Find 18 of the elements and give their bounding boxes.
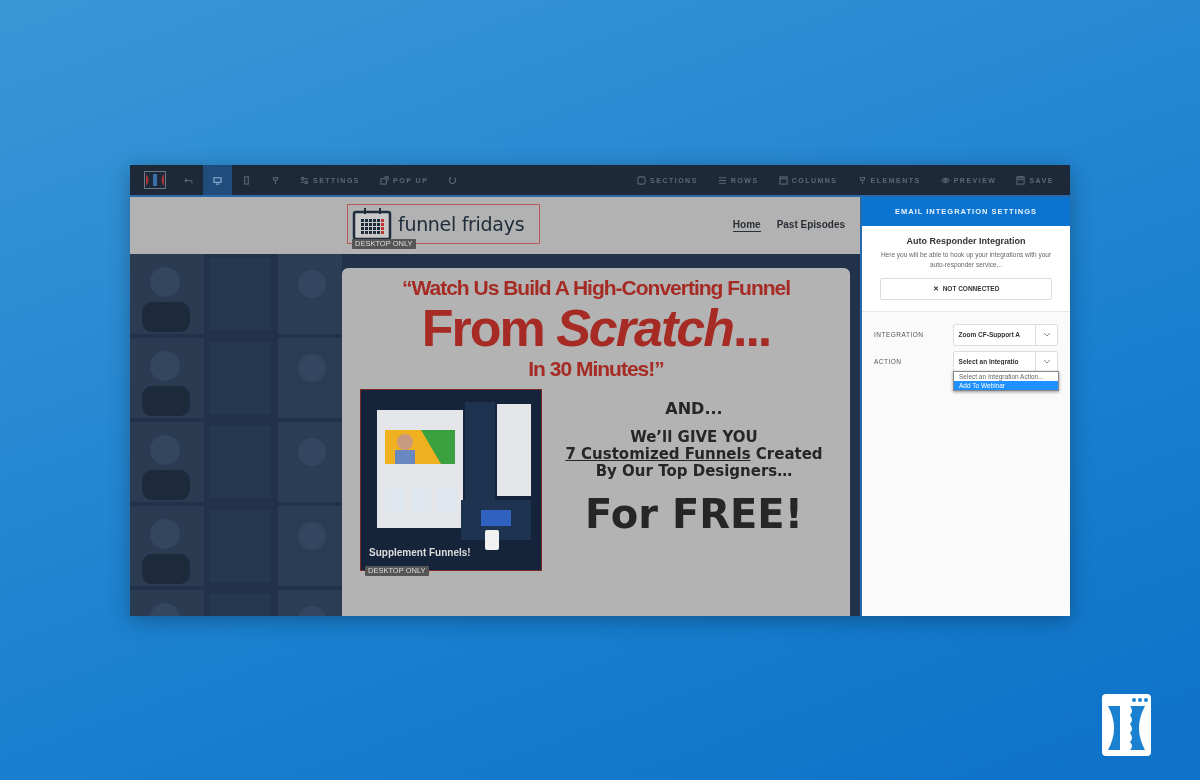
- pin-icon: [857, 175, 867, 185]
- logo-icon: [1100, 692, 1153, 758]
- desktop-icon[interactable]: [203, 165, 232, 195]
- square-icon: [637, 175, 647, 185]
- columns-icon: [778, 175, 788, 185]
- sliders-icon: [300, 175, 309, 185]
- popup-icon: [380, 175, 389, 185]
- chevron-down-icon: [1042, 359, 1051, 364]
- logo-text: funnel fridays: [398, 213, 525, 235]
- logo-icon[interactable]: [144, 171, 166, 189]
- chevron-down-icon: [1042, 332, 1051, 337]
- nav-link[interactable]: Home: [732, 219, 761, 232]
- eye-icon: [940, 175, 950, 185]
- lines-icon: [717, 175, 727, 185]
- save-icon: [1016, 175, 1026, 185]
- calendar-icon: [352, 207, 392, 241]
- nav-link[interactable]: Past Episodes: [776, 219, 845, 232]
- section-heading: Auto Responder Integration: [905, 236, 1027, 246]
